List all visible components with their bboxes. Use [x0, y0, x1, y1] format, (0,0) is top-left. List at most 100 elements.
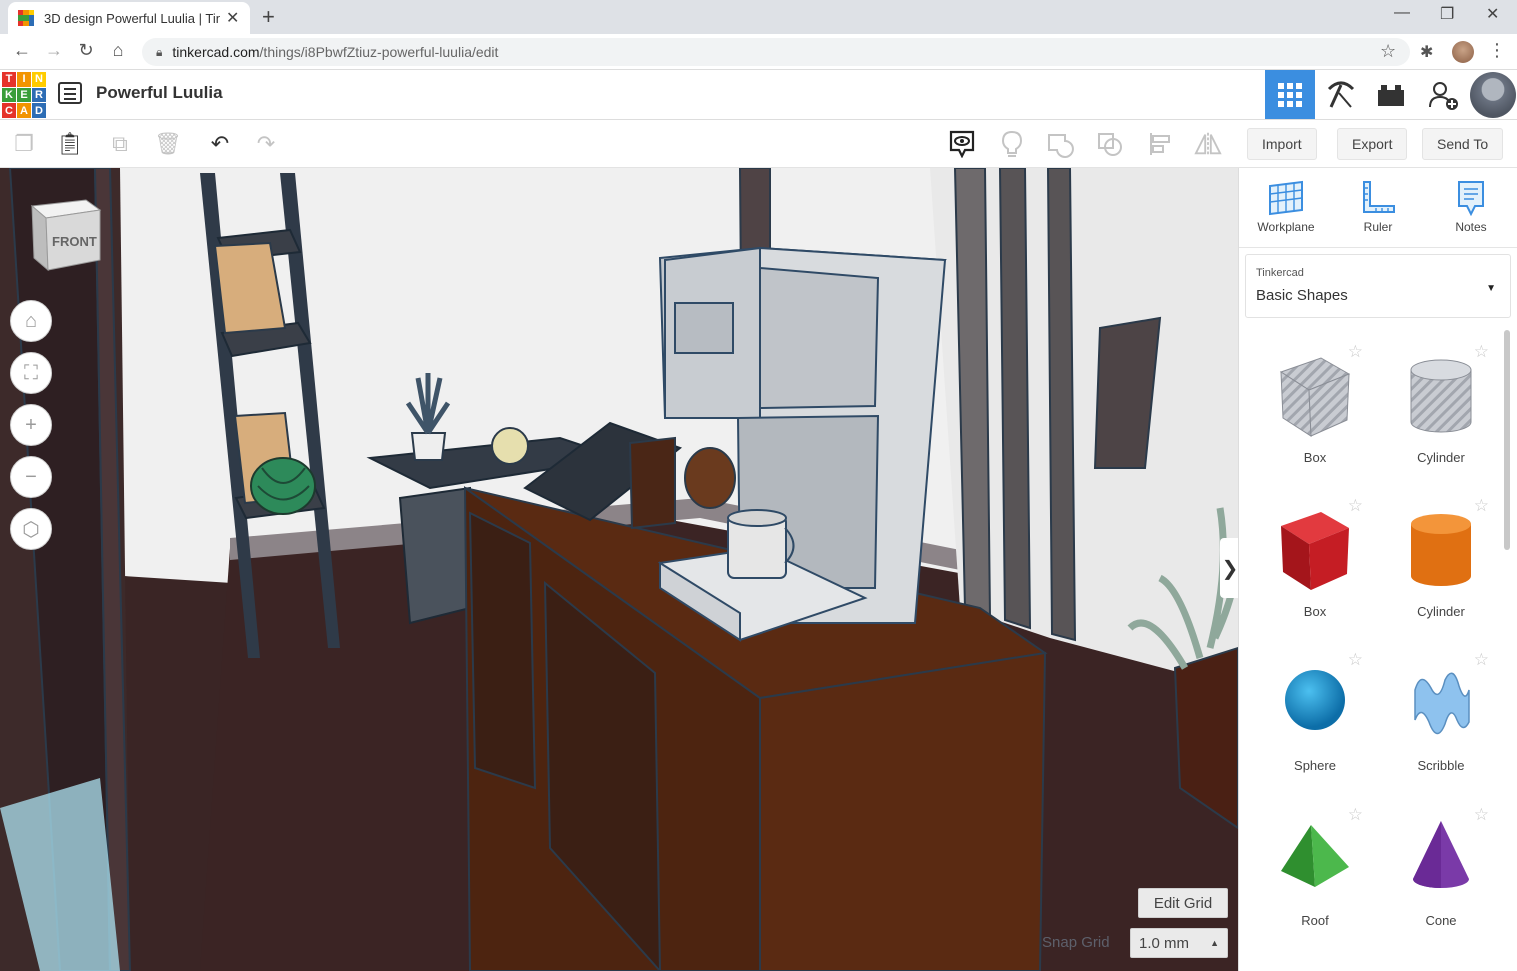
snap-grid-select[interactable]: 1.0 mm ▲	[1130, 928, 1228, 958]
align-icon[interactable]	[1146, 130, 1174, 158]
show-all-icon[interactable]	[948, 130, 976, 158]
cone-icon	[1413, 821, 1469, 888]
lightbulb-icon[interactable]	[998, 130, 1026, 158]
browser-profile-avatar[interactable]	[1452, 41, 1474, 63]
workplane-tool[interactable]: Workplane	[1251, 180, 1321, 234]
duplicate-icon[interactable]: ⧉	[106, 130, 134, 158]
redo-icon[interactable]: ↷	[252, 130, 280, 158]
minimize-icon[interactable]: —	[1394, 4, 1410, 22]
import-button[interactable]: Import	[1247, 128, 1317, 160]
design-list-icon[interactable]	[58, 82, 82, 104]
grid-view-icon	[1278, 82, 1302, 107]
scribble-icon	[1414, 672, 1470, 735]
view-cube[interactable]: FRONT	[30, 196, 102, 272]
browser-tab[interactable]: 3D design Powerful Luulia | Tinke ✕	[8, 2, 250, 34]
dropdown-caret-icon: ▼	[1486, 283, 1496, 294]
logo-letter: R	[32, 87, 46, 103]
panel-tools: Workplane Ruler Notes	[1239, 168, 1517, 248]
url-field[interactable]: 🔒︎ tinkercad.com /things/i8PbwfZtiuz-pow…	[142, 38, 1410, 66]
zoom-out-button[interactable]: −	[10, 456, 52, 498]
fit-view-button[interactable]: ⛶	[10, 352, 52, 394]
shape-cylinder-gray[interactable]: ☆ Cylinder	[1381, 330, 1501, 480]
favorite-star-icon[interactable]: ☆	[1348, 805, 1363, 825]
forward-icon[interactable]: →	[42, 40, 66, 61]
invite-user-button[interactable]	[1418, 70, 1468, 119]
logo-letter: I	[17, 72, 31, 87]
3d-design-view-button[interactable]	[1265, 70, 1315, 119]
cylinder-hole-icon	[1410, 359, 1472, 433]
logo-letter: C	[2, 103, 16, 118]
logo-letter: E	[17, 87, 31, 103]
export-button[interactable]: Export	[1337, 128, 1408, 160]
shape-sphere[interactable]: ☆ Sphere	[1255, 638, 1375, 788]
favorite-star-icon[interactable]: ☆	[1348, 650, 1363, 670]
close-tab-icon[interactable]: ✕	[226, 8, 239, 28]
send-to-button[interactable]: Send To	[1422, 128, 1504, 160]
favorite-star-icon[interactable]: ☆	[1474, 496, 1489, 516]
new-tab-icon[interactable]: +	[262, 4, 275, 30]
extensions-icon[interactable]: ✱	[1420, 42, 1433, 62]
3d-viewport[interactable]: FRONT ⌂ ⛶ + − ⬡ Edit Grid Snap Grid 1.0 …	[0, 168, 1238, 971]
home-view-button[interactable]: ⌂	[10, 300, 52, 342]
design-title[interactable]: Powerful Luulia	[96, 83, 223, 103]
favorite-star-icon[interactable]: ☆	[1474, 650, 1489, 670]
view-cube-face-label: FRONT	[52, 234, 97, 249]
shape-label: Roof	[1301, 913, 1329, 928]
panel-scrollbar[interactable]	[1504, 330, 1510, 550]
browser-menu-icon[interactable]: ⋮	[1488, 40, 1506, 61]
edit-grid-button[interactable]: Edit Grid	[1138, 888, 1228, 918]
logo-letter: N	[32, 72, 46, 87]
shape-cylinder-orange[interactable]: ☆ Cylinder	[1381, 484, 1501, 634]
shape-label: Scribble	[1417, 758, 1465, 773]
shape-label: Box	[1303, 604, 1327, 619]
shape-roof[interactable]: ☆ Roof	[1255, 793, 1375, 943]
delete-icon[interactable]: 🗑︎	[154, 130, 182, 158]
notes-tool[interactable]: Notes	[1436, 180, 1506, 234]
back-icon[interactable]: ←	[10, 40, 34, 61]
user-avatar[interactable]	[1470, 72, 1516, 118]
browser-tab-strip: 3D design Powerful Luulia | Tinke ✕ + — …	[0, 0, 1517, 34]
logo-letter: A	[17, 103, 31, 118]
shape-box-gray[interactable]: ☆ Box	[1255, 330, 1375, 480]
bricks-view-button[interactable]	[1366, 70, 1416, 119]
bookmark-star-icon[interactable]: ☆	[1380, 41, 1396, 62]
notes-icon	[1458, 181, 1484, 216]
group-icon[interactable]	[1046, 130, 1074, 158]
favorite-star-icon[interactable]: ☆	[1474, 805, 1489, 825]
shape-label: Sphere	[1294, 758, 1336, 773]
browser-address-bar: ← → ↻ ⌂ 🔒︎ tinkercad.com /things/i8PbwfZ…	[0, 34, 1517, 70]
minecraft-view-button[interactable]	[1316, 70, 1366, 119]
ruler-tool[interactable]: Ruler	[1343, 180, 1413, 234]
shape-scribble[interactable]: ☆ Scribble	[1381, 638, 1501, 788]
shape-label: Cylinder	[1417, 604, 1465, 619]
scene-render[interactable]	[0, 168, 1238, 971]
favorite-star-icon[interactable]: ☆	[1474, 342, 1489, 362]
favorite-star-icon[interactable]: ☆	[1348, 342, 1363, 362]
shape-box-red[interactable]: ☆ Box	[1255, 484, 1375, 634]
reload-icon[interactable]: ↻	[74, 40, 98, 61]
copy-icon[interactable]: ❐	[10, 130, 38, 158]
close-window-icon[interactable]: ✕	[1486, 4, 1499, 24]
perspective-toggle-button[interactable]: ⬡	[10, 508, 52, 550]
undo-icon[interactable]: ↶	[206, 130, 234, 158]
zoom-in-button[interactable]: +	[10, 404, 52, 446]
shape-library-select[interactable]: Tinkercad Basic Shapes ▼	[1245, 254, 1511, 318]
restore-icon[interactable]: ❐	[1440, 4, 1454, 24]
mirror-icon[interactable]	[1194, 130, 1222, 158]
collapse-panel-button[interactable]: ❯	[1220, 538, 1238, 598]
cylinder-icon	[1411, 514, 1471, 586]
logo-letter: D	[32, 103, 46, 118]
logo-letter: T	[2, 72, 16, 87]
home-icon[interactable]: ⌂	[106, 40, 130, 61]
edit-toolbar: ❐ 📋︎ ⧉ 🗑︎ ↶ ↷ Import Export Send To	[0, 120, 1517, 168]
ungroup-icon[interactable]	[1096, 130, 1124, 158]
app-header: TIN KER CAD Powerful Luulia	[0, 70, 1517, 120]
url-host: tinkercad.com	[172, 44, 260, 60]
shape-cone[interactable]: ☆ Cone	[1381, 793, 1501, 943]
favorite-star-icon[interactable]: ☆	[1348, 496, 1363, 516]
shape-label: Cone	[1425, 913, 1457, 928]
paste-icon[interactable]: 📋︎	[56, 130, 84, 158]
lock-icon: 🔒︎	[156, 44, 163, 59]
tinkercad-logo[interactable]: TIN KER CAD	[2, 72, 46, 118]
shape-label: Box	[1303, 450, 1327, 465]
